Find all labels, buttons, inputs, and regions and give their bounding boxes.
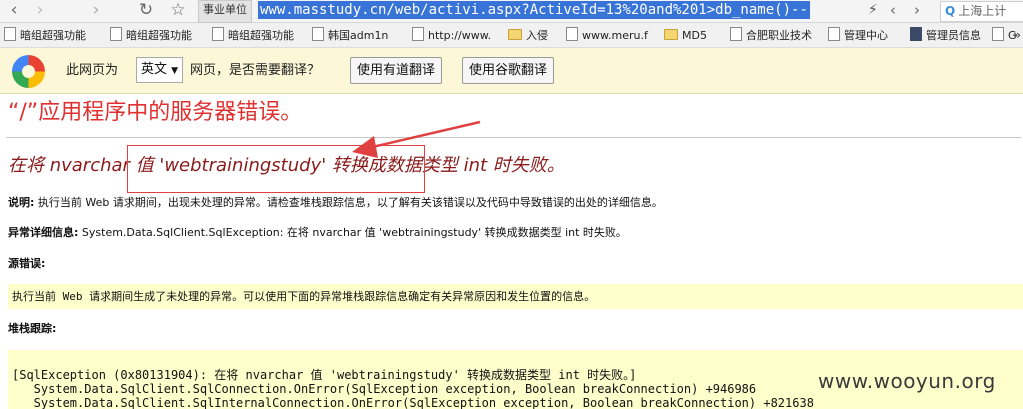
- page-icon: [312, 27, 324, 41]
- browser-logo-icon: [12, 55, 45, 88]
- speed-mode-icon[interactable]: ⚡: [868, 0, 878, 21]
- page-icon: [910, 27, 922, 41]
- bookmark-item[interactable]: http://www.: [412, 27, 491, 44]
- watermark: www.wooyun.org: [818, 369, 996, 393]
- translate-prefix: 此网页为: [66, 63, 119, 78]
- bookmarks-more-icon[interactable]: »: [1013, 27, 1021, 44]
- source-error-heading: 源错误:: [8, 257, 46, 270]
- description-line: 说明: 执行当前 Web 请求期间，出现未处理的异常。请检查堆栈跟踪信息，以了解…: [8, 196, 663, 209]
- bookmark-item[interactable]: 暗组超强功能: [110, 27, 192, 44]
- page-icon: [110, 27, 122, 41]
- search-text: 上海上计: [958, 4, 1007, 18]
- page-icon: [566, 27, 578, 41]
- youdao-translate-button[interactable]: 使用有道翻译: [350, 57, 443, 84]
- bookmark-folder[interactable]: 入侵: [508, 27, 548, 44]
- back-icon[interactable]: ‹: [2, 0, 26, 22]
- page-icon: [828, 27, 840, 41]
- address-bar: ‹ › › ↻ ☆ 事业单位 www.masstudy.cn/web/activ…: [0, 0, 1023, 23]
- page-icon: [4, 27, 16, 41]
- page-icon: [992, 27, 1004, 41]
- chevron-down-icon: ▼: [171, 66, 179, 76]
- search-icon: Q: [945, 4, 956, 18]
- divider: [6, 137, 1021, 138]
- annotation-highlight-box: [127, 145, 425, 193]
- forward-disabled-icon: ›: [92, 0, 100, 20]
- page-icon: [412, 27, 424, 41]
- bookmark-item[interactable]: www.meru.f: [566, 27, 648, 44]
- language-select[interactable]: 英文 ▼: [136, 57, 184, 83]
- folder-icon: [664, 29, 678, 40]
- stack-line: [SqlException (0x80131904): 在将 nvarchar …: [12, 368, 637, 382]
- translate-bar: 此网页为 英文 ▼ 网页，是否需要翻译？ 使用有道翻译 使用谷歌翻译: [0, 48, 1023, 94]
- stack-trace-heading: 堆栈跟踪:: [8, 322, 57, 335]
- stack-line: System.Data.SqlClient.SqlInternalConnect…: [12, 396, 814, 409]
- search-box[interactable]: Q 上海上计: [940, 1, 1023, 22]
- page-icon: [730, 27, 742, 41]
- bookmark-folder[interactable]: MD5: [664, 27, 707, 44]
- page-title: “/”应用程序中的服务器错误。: [8, 100, 303, 125]
- security-zone-label[interactable]: 事业单位: [198, 0, 252, 23]
- forward-icon-right[interactable]: ›: [914, 0, 920, 20]
- star-icon[interactable]: ☆: [166, 0, 190, 22]
- page-icon: [212, 27, 224, 41]
- forward-icon[interactable]: ›: [28, 0, 52, 22]
- translate-question: 网页，是否需要翻译？: [190, 63, 321, 78]
- bookmark-item[interactable]: 合肥职业技术: [730, 27, 812, 44]
- source-error-block: 执行当前 Web 请求期间生成了未处理的异常。可以使用下面的异常堆栈跟踪信息确定…: [8, 284, 1023, 309]
- bookmark-item[interactable]: 暗组超强功能: [212, 27, 294, 44]
- refresh-icon[interactable]: ↻: [134, 0, 158, 22]
- bookmarks-bar: 暗组超强功能 暗组超强功能 暗组超强功能 韩国adm1n http://www.…: [0, 23, 1023, 48]
- folder-icon: [508, 29, 522, 40]
- bookmark-item[interactable]: 暗组超强功能: [4, 27, 86, 44]
- stack-line: System.Data.SqlClient.SqlConnection.OnEr…: [12, 382, 757, 396]
- google-translate-button[interactable]: 使用谷歌翻译: [462, 57, 555, 84]
- bookmark-item[interactable]: 韩国adm1n: [312, 27, 388, 44]
- back-icon-right[interactable]: ‹: [890, 0, 896, 20]
- bookmark-item[interactable]: 管理中心: [828, 27, 888, 44]
- url-input[interactable]: www.masstudy.cn/web/activi.aspx?ActiveId…: [258, 1, 810, 19]
- bookmark-item[interactable]: 管理员信息: [910, 27, 981, 44]
- exception-line: 异常详细信息: System.Data.SqlClient.SqlExcepti…: [8, 226, 627, 239]
